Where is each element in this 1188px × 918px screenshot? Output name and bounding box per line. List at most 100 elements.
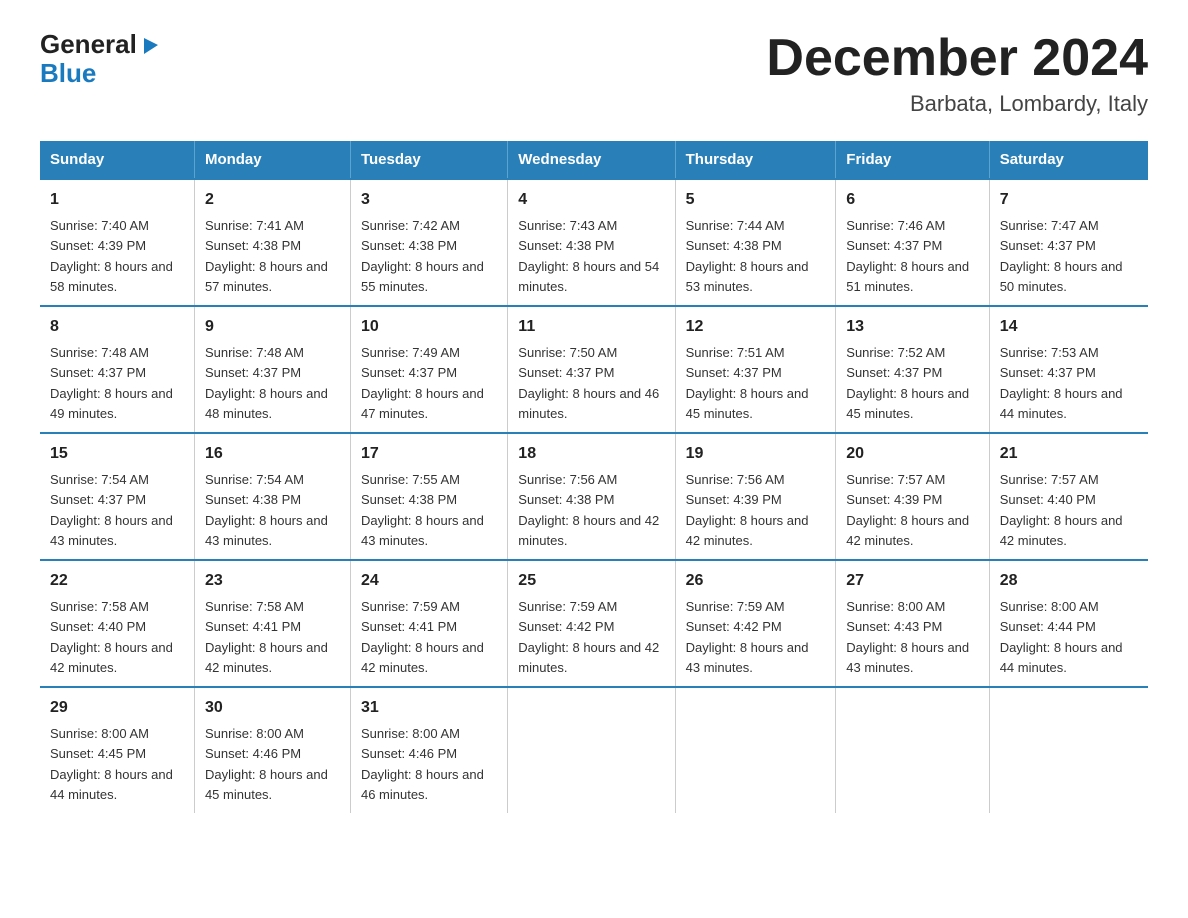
logo-triangle-icon [140,34,162,56]
calendar-cell: 29 Sunrise: 8:00 AMSunset: 4:45 PMDayligh… [40,687,194,813]
logo-general-text: General [40,30,137,59]
logo-blue-text: Blue [40,58,96,88]
calendar-week-row: 8Sunrise: 7:48 AMSunset: 4:37 PMDaylight… [40,306,1148,433]
day-number: 1 [50,188,184,212]
calendar-week-row: 1Sunrise: 7:40 AMSunset: 4:39 PMDaylight… [40,179,1148,306]
weekday-header: Sunday [40,141,194,179]
day-number: 20 [846,442,978,466]
weekday-header: Wednesday [508,141,675,179]
calendar-cell: 22 Sunrise: 7:58 AMSunset: 4:40 PMDayligh… [40,560,194,687]
day-info: Sunrise: 7:48 AMSunset: 4:37 PMDaylight:… [205,345,328,421]
day-number: 13 [846,315,978,339]
day-number: 24 [361,569,497,593]
weekday-header-row: SundayMondayTuesdayWednesdayThursdayFrid… [40,141,1148,179]
day-info: Sunrise: 7:59 AMSunset: 4:42 PMDaylight:… [686,599,809,675]
calendar-cell: 14 Sunrise: 7:53 AMSunset: 4:37 PMDayligh… [989,306,1148,433]
day-number: 19 [686,442,826,466]
day-number: 31 [361,696,497,720]
day-number: 25 [518,569,664,593]
calendar-cell [989,687,1148,813]
day-info: Sunrise: 7:47 AMSunset: 4:37 PMDaylight:… [1000,218,1123,294]
day-info: Sunrise: 7:57 AMSunset: 4:39 PMDaylight:… [846,472,969,548]
title-section: December 2024 Barbata, Lombardy, Italy [766,30,1148,117]
calendar-week-row: 22 Sunrise: 7:58 AMSunset: 4:40 PMDayligh… [40,560,1148,687]
day-info: Sunrise: 7:58 AMSunset: 4:41 PMDaylight:… [205,599,328,675]
day-info: Sunrise: 7:51 AMSunset: 4:37 PMDaylight:… [686,345,809,421]
day-number: 29 [50,696,184,720]
day-info: Sunrise: 7:41 AMSunset: 4:38 PMDaylight:… [205,218,328,294]
calendar-cell: 31 Sunrise: 8:00 AMSunset: 4:46 PMDayligh… [350,687,507,813]
calendar-cell: 15 Sunrise: 7:54 AMSunset: 4:37 PMDayligh… [40,433,194,560]
day-info: Sunrise: 7:48 AMSunset: 4:37 PMDaylight:… [50,345,173,421]
calendar-cell: 1Sunrise: 7:40 AMSunset: 4:39 PMDaylight… [40,179,194,306]
day-info: Sunrise: 7:52 AMSunset: 4:37 PMDaylight:… [846,345,969,421]
calendar-cell: 17 Sunrise: 7:55 AMSunset: 4:38 PMDayligh… [350,433,507,560]
day-number: 21 [1000,442,1138,466]
day-number: 6 [846,188,978,212]
day-number: 10 [361,315,497,339]
day-number: 17 [361,442,497,466]
calendar-cell: 9 Sunrise: 7:48 AMSunset: 4:37 PMDaylight… [194,306,350,433]
day-info: Sunrise: 7:44 AMSunset: 4:38 PMDaylight:… [686,218,809,294]
day-number: 14 [1000,315,1138,339]
day-info: Sunrise: 7:53 AMSunset: 4:37 PMDaylight:… [1000,345,1123,421]
location-subtitle: Barbata, Lombardy, Italy [766,91,1148,117]
calendar-cell: 23Sunrise: 7:58 AMSunset: 4:41 PMDayligh… [194,560,350,687]
day-info: Sunrise: 7:55 AMSunset: 4:38 PMDaylight:… [361,472,484,548]
day-number: 22 [50,569,184,593]
day-number: 7 [1000,188,1138,212]
day-info: Sunrise: 8:00 AMSunset: 4:44 PMDaylight:… [1000,599,1123,675]
calendar-cell: 27Sunrise: 8:00 AMSunset: 4:43 PMDayligh… [836,560,989,687]
day-info: Sunrise: 7:54 AMSunset: 4:37 PMDaylight:… [50,472,173,548]
day-number: 3 [361,188,497,212]
day-number: 27 [846,569,978,593]
day-info: Sunrise: 8:00 AMSunset: 4:46 PMDaylight:… [361,726,484,802]
day-number: 16 [205,442,340,466]
day-info: Sunrise: 7:54 AMSunset: 4:38 PMDaylight:… [205,472,328,548]
calendar-cell: 24 Sunrise: 7:59 AMSunset: 4:41 PMDayligh… [350,560,507,687]
calendar-cell [508,687,675,813]
calendar-cell: 12Sunrise: 7:51 AMSunset: 4:37 PMDayligh… [675,306,836,433]
calendar-cell: 21 Sunrise: 7:57 AMSunset: 4:40 PMDayligh… [989,433,1148,560]
weekday-header: Saturday [989,141,1148,179]
day-info: Sunrise: 7:56 AMSunset: 4:39 PMDaylight:… [686,472,809,548]
day-info: Sunrise: 7:58 AMSunset: 4:40 PMDaylight:… [50,599,173,675]
calendar-cell: 6Sunrise: 7:46 AMSunset: 4:37 PMDaylight… [836,179,989,306]
day-info: Sunrise: 7:57 AMSunset: 4:40 PMDaylight:… [1000,472,1123,548]
calendar-cell: 30Sunrise: 8:00 AMSunset: 4:46 PMDayligh… [194,687,350,813]
day-info: Sunrise: 7:49 AMSunset: 4:37 PMDaylight:… [361,345,484,421]
logo: General Blue [40,30,162,87]
calendar-title: December 2024 [766,30,1148,87]
day-number: 11 [518,315,664,339]
weekday-header: Monday [194,141,350,179]
calendar-cell: 26 Sunrise: 7:59 AMSunset: 4:42 PMDayligh… [675,560,836,687]
page-header: General Blue December 2024 Barbata, Lomb… [40,30,1148,117]
calendar-cell: 13 Sunrise: 7:52 AMSunset: 4:37 PMDayligh… [836,306,989,433]
day-info: Sunrise: 7:43 AMSunset: 4:38 PMDaylight:… [518,218,659,294]
calendar-cell: 28 Sunrise: 8:00 AMSunset: 4:44 PMDayligh… [989,560,1148,687]
calendar-cell: 19 Sunrise: 7:56 AMSunset: 4:39 PMDayligh… [675,433,836,560]
calendar-cell: 20 Sunrise: 7:57 AMSunset: 4:39 PMDayligh… [836,433,989,560]
day-info: Sunrise: 8:00 AMSunset: 4:45 PMDaylight:… [50,726,173,802]
weekday-header: Friday [836,141,989,179]
day-number: 9 [205,315,340,339]
calendar-cell: 11 Sunrise: 7:50 AMSunset: 4:37 PMDayligh… [508,306,675,433]
calendar-cell: 8Sunrise: 7:48 AMSunset: 4:37 PMDaylight… [40,306,194,433]
day-number: 4 [518,188,664,212]
calendar-week-row: 29 Sunrise: 8:00 AMSunset: 4:45 PMDayligh… [40,687,1148,813]
calendar-cell: 18Sunrise: 7:56 AMSunset: 4:38 PMDayligh… [508,433,675,560]
day-number: 28 [1000,569,1138,593]
calendar-cell: 3Sunrise: 7:42 AMSunset: 4:38 PMDaylight… [350,179,507,306]
day-number: 15 [50,442,184,466]
calendar-cell: 16 Sunrise: 7:54 AMSunset: 4:38 PMDayligh… [194,433,350,560]
calendar-cell [675,687,836,813]
calendar-week-row: 15 Sunrise: 7:54 AMSunset: 4:37 PMDayligh… [40,433,1148,560]
calendar-cell: 7 Sunrise: 7:47 AMSunset: 4:37 PMDaylight… [989,179,1148,306]
day-info: Sunrise: 7:50 AMSunset: 4:37 PMDaylight:… [518,345,659,421]
day-number: 26 [686,569,826,593]
calendar-table: SundayMondayTuesdayWednesdayThursdayFrid… [40,141,1148,813]
calendar-cell: 5Sunrise: 7:44 AMSunset: 4:38 PMDaylight… [675,179,836,306]
calendar-cell: 25Sunrise: 7:59 AMSunset: 4:42 PMDayligh… [508,560,675,687]
day-info: Sunrise: 7:59 AMSunset: 4:41 PMDaylight:… [361,599,484,675]
weekday-header: Thursday [675,141,836,179]
